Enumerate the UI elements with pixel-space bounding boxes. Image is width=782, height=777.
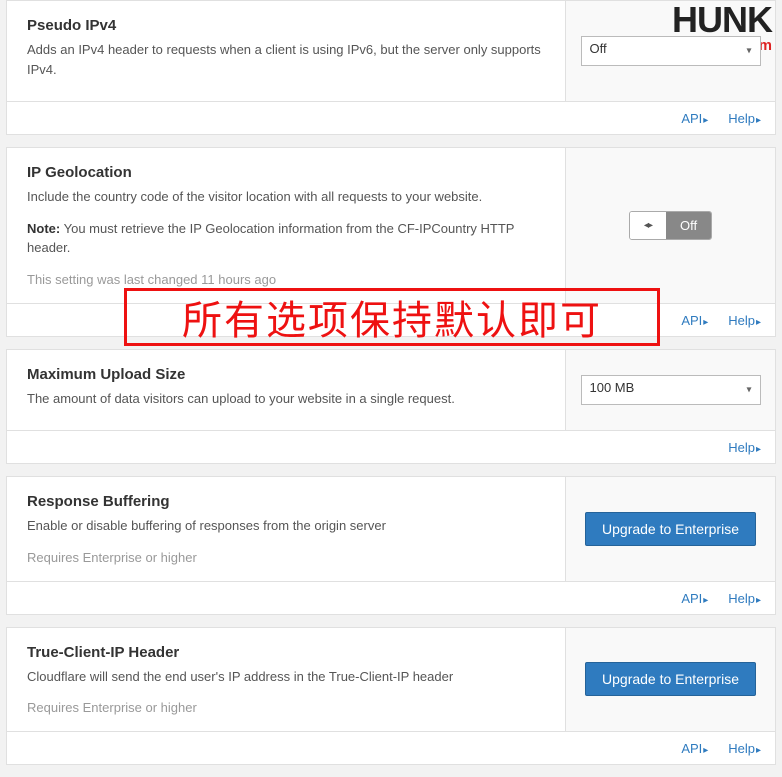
help-link[interactable]: Help▸	[728, 313, 761, 328]
arrow-icon: ▸	[756, 595, 761, 606]
geo-toggle[interactable]: ◂▸ Off	[629, 211, 712, 240]
pseudo-desc: Adds an IPv4 header to requests when a c…	[27, 40, 545, 79]
arrow-icon: ▸	[756, 444, 761, 455]
trueip-meta: Requires Enterprise or higher	[27, 700, 545, 715]
pseudo-title: Pseudo IPv4	[27, 17, 545, 34]
caret-icon: ▾	[746, 46, 751, 57]
trueip-desc: Cloudflare will send the end user's IP a…	[27, 667, 545, 687]
arrow-icon: ▸	[703, 115, 708, 126]
help-link[interactable]: Help▸	[728, 591, 761, 606]
geo-title: IP Geolocation	[27, 164, 545, 181]
toggle-arrows-icon: ◂▸	[644, 220, 652, 231]
upload-select-value: 100 MB	[590, 380, 635, 395]
arrow-icon: ▸	[703, 317, 708, 328]
help-link[interactable]: Help▸	[728, 440, 761, 455]
buffer-meta: Requires Enterprise or higher	[27, 550, 545, 565]
geo-note: Note: You must retrieve the IP Geolocati…	[27, 219, 545, 258]
pseudo-select-value: Off	[590, 41, 607, 56]
geo-desc: Include the country code of the visitor …	[27, 187, 545, 207]
upgrade-button[interactable]: Upgrade to Enterprise	[585, 512, 756, 546]
toggle-on-seg[interactable]: ◂▸	[630, 212, 666, 239]
arrow-icon: ▸	[756, 317, 761, 328]
geo-meta: This setting was last changed 11 hours a…	[27, 272, 545, 287]
arrow-icon: ▸	[703, 595, 708, 606]
upgrade-button[interactable]: Upgrade to Enterprise	[585, 662, 756, 696]
arrow-icon: ▸	[703, 745, 708, 756]
upload-select[interactable]: 100 MB ▾	[581, 375, 761, 405]
card-response-buffering: Response Buffering Enable or disable buf…	[6, 476, 776, 615]
api-link[interactable]: API▸	[681, 591, 708, 606]
trueip-title: True-Client-IP Header	[27, 644, 545, 661]
card-true-client-ip: True-Client-IP Header Cloudflare will se…	[6, 627, 776, 766]
card-max-upload: Maximum Upload Size The amount of data v…	[6, 349, 776, 465]
arrow-icon: ▸	[756, 115, 761, 126]
buffer-title: Response Buffering	[27, 493, 545, 510]
api-link[interactable]: API▸	[681, 313, 708, 328]
api-link[interactable]: API▸	[681, 111, 708, 126]
pseudo-select[interactable]: Off ▾	[581, 36, 761, 66]
upload-title: Maximum Upload Size	[27, 366, 545, 383]
caret-icon: ▾	[746, 384, 751, 395]
buffer-desc: Enable or disable buffering of responses…	[27, 516, 545, 536]
upload-desc: The amount of data visitors can upload t…	[27, 389, 545, 409]
arrow-icon: ▸	[756, 745, 761, 756]
api-link[interactable]: API▸	[681, 741, 708, 756]
card-ip-geolocation: IP Geolocation Include the country code …	[6, 147, 776, 337]
help-link[interactable]: Help▸	[728, 741, 761, 756]
help-link[interactable]: Help▸	[728, 111, 761, 126]
toggle-off-seg[interactable]: Off	[666, 212, 711, 239]
watermark-text: HUNK	[645, 2, 772, 38]
